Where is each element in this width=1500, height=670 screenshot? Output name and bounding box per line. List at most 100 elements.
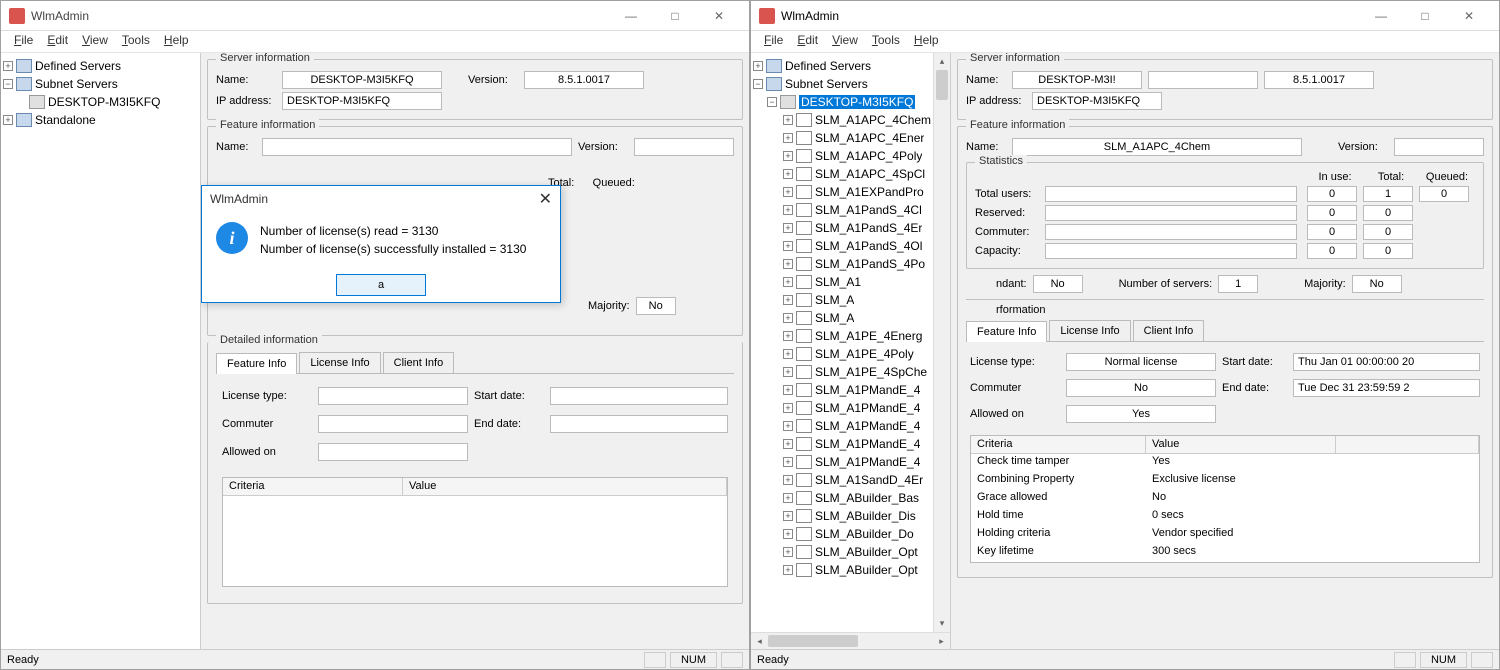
tree-feature[interactable]: +SLM_ABuilder_Opt (751, 561, 933, 579)
criteria-header[interactable]: Criteria (223, 478, 403, 495)
menu-help[interactable]: Help (907, 31, 946, 52)
menu-view[interactable]: View (75, 31, 115, 52)
maximize-button[interactable]: □ (653, 3, 697, 29)
menu-file[interactable]: File (757, 31, 790, 52)
status-ready: Ready (7, 654, 39, 666)
tree-feature[interactable]: +SLM_A1PMandE_4 (751, 435, 933, 453)
menu-tools[interactable]: Tools (115, 31, 157, 52)
server-name-label: Name: (216, 74, 276, 86)
table-row[interactable]: Grace allowedNo (971, 490, 1479, 508)
menu-edit[interactable]: Edit (790, 31, 825, 52)
commuter-label: Commuter (970, 382, 1060, 394)
tree-scrollbar-v[interactable]: ▴ ▾ (933, 53, 950, 632)
tree-feature[interactable]: +SLM_A1APC_4Ener (751, 129, 933, 147)
detailed-info-group: Detailed information Feature Info Licens… (207, 342, 743, 604)
value-header[interactable]: Value (403, 478, 727, 495)
minimize-button[interactable]: — (609, 3, 653, 29)
stats-row: Commuter:00 (975, 224, 1475, 240)
tree-feature[interactable]: +SLM_A1APC_4Poly (751, 147, 933, 165)
statistics-group: Statistics In use: Total: Queued: Total … (966, 162, 1484, 269)
tree-computer[interactable]: DESKTOP-M3I5KFQ (1, 93, 200, 111)
start-date-value: Thu Jan 01 00:00:00 20 (1293, 353, 1480, 371)
server-name-value: DESKTOP-M3I5KFQ (282, 71, 442, 89)
close-button[interactable]: ✕ (1447, 3, 1491, 29)
tree-feature[interactable]: +SLM_A (751, 291, 933, 309)
criteria-header[interactable]: Criteria (971, 436, 1146, 453)
dialog-ok-button[interactable]: a (336, 274, 426, 296)
criteria-table: Criteria Value (222, 477, 728, 587)
tree-feature[interactable]: +SLM_A1PandS_4Er (751, 219, 933, 237)
menu-help[interactable]: Help (157, 31, 196, 52)
server-tree[interactable]: +Defined Servers −Subnet Servers −DESKTO… (751, 53, 933, 632)
tree-computer[interactable]: −DESKTOP-M3I5KFQ (751, 93, 933, 111)
tree-subnet-servers[interactable]: −Subnet Servers (1, 75, 200, 93)
tab-feature-info[interactable]: Feature Info (216, 353, 297, 374)
tree-feature[interactable]: +SLM_A1EXPandPro (751, 183, 933, 201)
tab-feature-info[interactable]: Feature Info (966, 321, 1047, 342)
value-header[interactable]: Value (1146, 436, 1336, 453)
table-row[interactable]: Key lifetime300 secs (971, 544, 1479, 562)
table-row[interactable]: Holding criteriaVendor specified (971, 526, 1479, 544)
tree-scrollbar-h[interactable]: ◂ ▸ (751, 632, 950, 649)
tree-feature[interactable]: +SLM_A1PandS_4Po (751, 255, 933, 273)
numservers-value: 1 (1218, 275, 1258, 293)
tree-defined-servers[interactable]: +Defined Servers (751, 57, 933, 75)
server-ip-value: DESKTOP-M3I5KFQ (1032, 92, 1162, 110)
scroll-up-icon[interactable]: ▴ (934, 53, 950, 70)
tree-feature[interactable]: +SLM_A1 (751, 273, 933, 291)
tree-feature[interactable]: +SLM_A1SandD_4Er (751, 471, 933, 489)
tree-feature[interactable]: +SLM_A (751, 309, 933, 327)
tree-feature[interactable]: +SLM_ABuilder_Opt (751, 543, 933, 561)
menu-tools[interactable]: Tools (865, 31, 907, 52)
end-date-label: End date: (474, 418, 544, 430)
scroll-left-icon[interactable]: ◂ (751, 633, 768, 649)
server-version-value: 8.5.1.0017 (1264, 71, 1374, 89)
tree-feature[interactable]: +SLM_A1PMandE_4 (751, 399, 933, 417)
wlmadmin-window-left: WlmAdmin — □ ✕ File Edit View Tools Help… (0, 0, 750, 670)
tree-feature[interactable]: +SLM_A1PMandE_4 (751, 453, 933, 471)
window-title: WlmAdmin (31, 9, 609, 23)
menu-view[interactable]: View (825, 31, 865, 52)
menu-file[interactable]: File (7, 31, 40, 52)
tree-standalone[interactable]: +Standalone (1, 111, 200, 129)
minimize-button[interactable]: — (1359, 3, 1403, 29)
menu-edit[interactable]: Edit (40, 31, 75, 52)
commuter-value (318, 415, 468, 433)
tree-feature[interactable]: +SLM_A1PE_4Poly (751, 345, 933, 363)
tree-feature[interactable]: +SLM_ABuilder_Dis (751, 507, 933, 525)
tab-client-info[interactable]: Client Info (383, 352, 455, 373)
tree-defined-servers[interactable]: +Defined Servers (1, 57, 200, 75)
tab-license-info[interactable]: License Info (299, 352, 380, 373)
tree-feature[interactable]: +SLM_A1APC_4Chem (751, 111, 933, 129)
tree-subnet-servers[interactable]: −Subnet Servers (751, 75, 933, 93)
wlmadmin-window-right: WlmAdmin — □ ✕ File Edit View Tools Help… (750, 0, 1500, 670)
maximize-button[interactable]: □ (1403, 3, 1447, 29)
stats-row: Reserved:00 (975, 205, 1475, 221)
tree-feature[interactable]: +SLM_A1PandS_4Cl (751, 201, 933, 219)
details-pane: Server information Name: DESKTOP-M3I! 8.… (951, 53, 1499, 649)
status-ready: Ready (757, 654, 789, 666)
titlebar: WlmAdmin — □ ✕ (1, 1, 749, 31)
tree-feature[interactable]: +SLM_A1PandS_4Ol (751, 237, 933, 255)
tree-feature[interactable]: +SLM_A1PMandE_4 (751, 417, 933, 435)
table-row[interactable]: Hold time0 secs (971, 508, 1479, 526)
tree-feature[interactable]: +SLM_ABuilder_Do (751, 525, 933, 543)
scroll-down-icon[interactable]: ▾ (934, 615, 950, 632)
tree-feature[interactable]: +SLM_A1PE_4Energ (751, 327, 933, 345)
close-button[interactable]: ✕ (697, 3, 741, 29)
server-tree[interactable]: +Defined Servers −Subnet Servers DESKTOP… (1, 53, 201, 649)
table-row[interactable]: Check time tamperYes (971, 454, 1479, 472)
queued-label: Queued: (593, 177, 635, 189)
scroll-right-icon[interactable]: ▸ (933, 633, 950, 649)
tree-feature[interactable]: +SLM_ABuilder_Bas (751, 489, 933, 507)
tree-feature[interactable]: +SLM_A1APC_4SpCl (751, 165, 933, 183)
tab-license-info[interactable]: License Info (1049, 320, 1130, 341)
majority-value: No (636, 297, 676, 315)
table-row[interactable]: Combining PropertyExclusive license (971, 472, 1479, 490)
dialog-close-icon[interactable]: ✕ (539, 189, 552, 209)
commuter-value: No (1066, 379, 1216, 397)
app-icon (759, 8, 775, 24)
tree-feature[interactable]: +SLM_A1PMandE_4 (751, 381, 933, 399)
tab-client-info[interactable]: Client Info (1133, 320, 1205, 341)
tree-feature[interactable]: +SLM_A1PE_4SpChe (751, 363, 933, 381)
